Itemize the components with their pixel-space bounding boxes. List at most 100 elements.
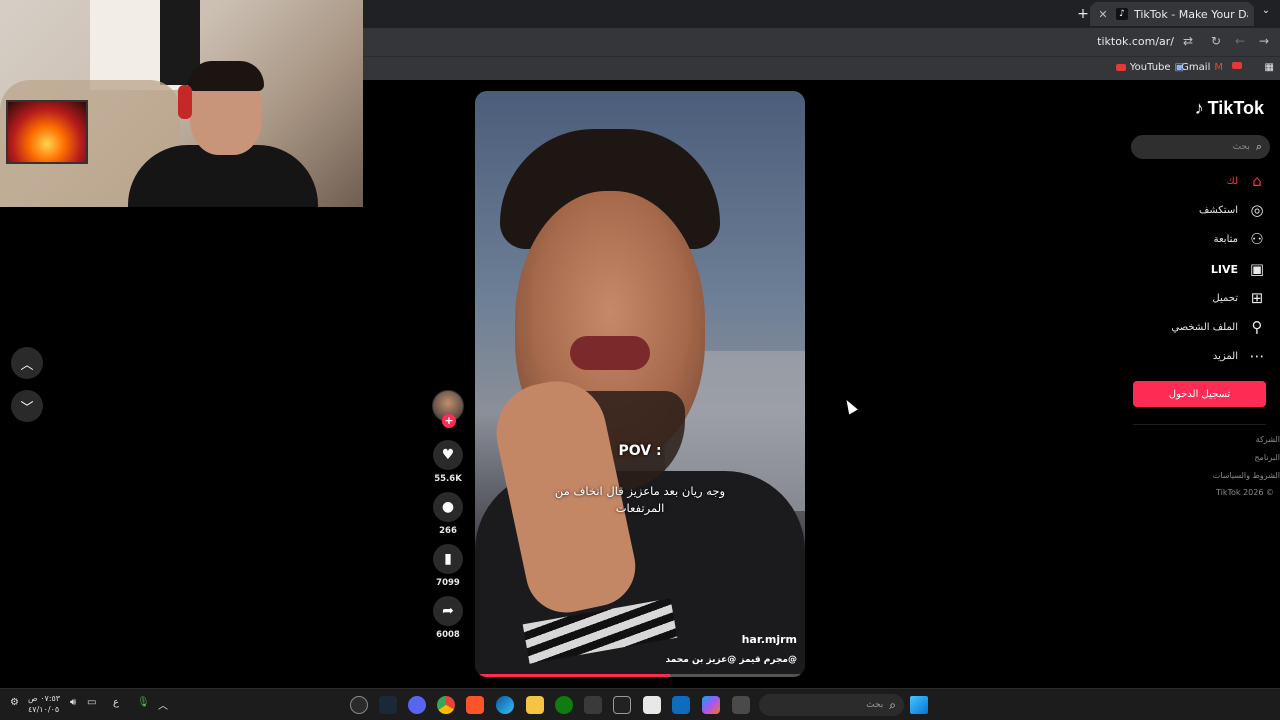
clock-date: ٤٧/١٠/٠٥ — [28, 705, 60, 714]
video-description: @مجرم قيمز @عزيز بن محمد — [665, 655, 797, 665]
nav-upload[interactable]: تحميل ⊞ — [1212, 288, 1266, 308]
share-count: 6008 — [436, 630, 460, 640]
address-bar[interactable]: tiktok.com/ar/ — [1097, 35, 1174, 48]
nav-explore[interactable]: استكشف ◎ — [1199, 200, 1266, 220]
taskbar-search-placeholder: بحث — [866, 700, 884, 710]
tray-overflow-icon[interactable]: ︿ — [158, 697, 168, 712]
footer-terms-link[interactable]: الشروط والسياسات — [1213, 471, 1280, 480]
tab-tiktok[interactable]: ✕ ♪ TikTok - Make Your Day — [1090, 2, 1254, 26]
live-icon: ▣ — [1249, 260, 1265, 278]
search-icon[interactable]: ⌕ — [1256, 140, 1262, 154]
gmail-icon: M — [1214, 62, 1223, 73]
bookmark-gmail-label: Gmail — [1181, 62, 1211, 73]
network-icon[interactable]: ▭ — [87, 697, 96, 708]
save-count: 7099 — [436, 578, 460, 588]
xbox-icon[interactable] — [555, 696, 573, 714]
tab-title: TikTok - Make Your Day — [1134, 7, 1248, 21]
video-caption-pov: POV : — [618, 443, 662, 459]
footer-company-link[interactable]: الشركة — [1256, 435, 1280, 444]
discord-icon[interactable] — [408, 696, 426, 714]
profile-icon: ⚲ — [1251, 318, 1263, 336]
language-indicator[interactable]: ع — [113, 697, 119, 708]
previous-video-button[interactable]: ︿ — [11, 347, 43, 379]
home-icon: ⌂ — [1252, 172, 1262, 190]
tiktok-note-icon: ♪ — [1194, 98, 1204, 118]
fireplace-image — [6, 100, 88, 164]
comment-icon: ● — [433, 492, 463, 522]
back-icon[interactable]: ← — [1232, 34, 1248, 48]
new-tab-button[interactable]: + — [1074, 6, 1092, 22]
chrome-icon[interactable] — [437, 696, 455, 714]
webcam-overlay — [0, 0, 363, 207]
ctrl-app-icon[interactable] — [613, 696, 631, 714]
volume-icon[interactable]: 🔊︎ — [70, 697, 76, 708]
clock-app-icon[interactable] — [350, 696, 368, 714]
app-icon[interactable] — [584, 696, 602, 714]
youtube-bookmark-icon[interactable] — [1232, 62, 1242, 69]
follow-plus-icon[interactable]: + — [442, 414, 456, 428]
windows-taskbar: ⚙ ٠٧:٥٣ ص ٤٧/١٠/٠٥ 🔊︎ ▭ ع 🎙︎ ︿ بحث ⌕ — [0, 688, 1280, 720]
nav-live[interactable]: LIVE ▣ — [1211, 259, 1266, 279]
nav-label-for-you: لك — [1226, 175, 1238, 187]
brave-icon[interactable] — [466, 696, 484, 714]
store-icon[interactable] — [643, 696, 661, 714]
task-view-icon[interactable] — [732, 696, 750, 714]
save-button[interactable]: ▮ 7099 — [432, 544, 464, 588]
more-icon: ⋯ — [1249, 347, 1265, 365]
tab-search-icon[interactable]: ⌄ — [1258, 5, 1274, 21]
follow-icon: ⚇ — [1250, 230, 1264, 248]
close-tab-icon[interactable]: ✕ — [1096, 8, 1110, 21]
chevron-down-icon: ﹀ — [20, 400, 34, 416]
comment-count: 266 — [439, 526, 457, 536]
clock[interactable]: ٠٧:٥٣ ص ٤٧/١٠/٠٥ — [28, 693, 60, 715]
nav-label-live: LIVE — [1210, 262, 1238, 276]
login-button[interactable]: تسجيل الدخول — [1133, 381, 1266, 407]
apps-grid-icon[interactable]: ▦ — [1265, 62, 1274, 73]
mouse-cursor — [842, 397, 858, 415]
forward-icon[interactable]: → — [1256, 34, 1272, 48]
search-icon: ⌕ — [889, 697, 896, 712]
logo-text: TikTok — [1207, 98, 1264, 118]
upload-icon: ⊞ — [1250, 289, 1264, 307]
nav-profile[interactable]: الملف الشخصي ⚲ — [1171, 317, 1266, 337]
start-button[interactable] — [910, 696, 928, 714]
bookmark-gmail[interactable]: Gmail M — [1181, 62, 1223, 73]
nav-following[interactable]: متابعة ⚇ — [1214, 229, 1266, 249]
compass-icon: ◎ — [1250, 201, 1264, 219]
steam-icon[interactable] — [379, 696, 397, 714]
bookmark-folder-icon: ▣ — [1174, 62, 1184, 73]
tiktok-favicon-icon: ♪ — [1116, 8, 1128, 20]
share-button[interactable]: ➦ 6008 — [432, 596, 464, 640]
comment-button[interactable]: ● 266 — [432, 492, 464, 536]
settings-tray-icon[interactable]: ⚙ — [10, 697, 19, 708]
site-settings-icon[interactable]: ⇄ — [1180, 34, 1196, 48]
nav-for-you[interactable]: لك ⌂ — [1227, 171, 1266, 191]
video-player[interactable]: POV : وجه ريان بعد ماعزيز قال انخاف من ا… — [475, 91, 805, 677]
footer-program-link[interactable]: البرنامج — [1254, 453, 1280, 462]
nav-label-following: متابعة — [1213, 233, 1238, 245]
video-username[interactable]: har.mjrm — [742, 633, 797, 646]
video-progress-fill — [475, 674, 670, 677]
sidebar-divider — [1133, 424, 1266, 425]
footer-copyright: TikTok 2026 © — [1216, 488, 1274, 497]
outlook-icon[interactable] — [672, 696, 690, 714]
microphone-icon[interactable]: 🎙︎ — [137, 697, 150, 708]
copilot-icon[interactable] — [702, 696, 720, 714]
search-input[interactable]: بحث ⌕ — [1131, 135, 1270, 159]
nav-label-explore: استكشف — [1199, 204, 1238, 216]
heart-icon: ♥ — [433, 440, 463, 470]
bookmark-icon: ▮ — [433, 544, 463, 574]
like-button[interactable]: ♥ 55.6K — [432, 440, 464, 484]
nav-more[interactable]: المزيد ⋯ — [1213, 346, 1266, 366]
reload-icon[interactable]: ↻ — [1208, 34, 1224, 48]
next-video-button[interactable]: ﹀ — [11, 390, 43, 422]
like-count: 55.6K — [434, 474, 462, 484]
taskbar-search[interactable]: بحث ⌕ — [759, 694, 904, 716]
bookmark-youtube-label: YouTube — [1129, 62, 1171, 73]
bookmark-youtube[interactable]: YouTube ▣ — [1115, 62, 1184, 73]
edge-icon[interactable] — [496, 696, 514, 714]
video-progress-bar[interactable] — [475, 674, 805, 677]
file-explorer-icon[interactable] — [526, 696, 544, 714]
nav-label-more: المزيد — [1212, 350, 1238, 362]
tiktok-logo[interactable]: ♪ TikTok — [1195, 98, 1264, 119]
